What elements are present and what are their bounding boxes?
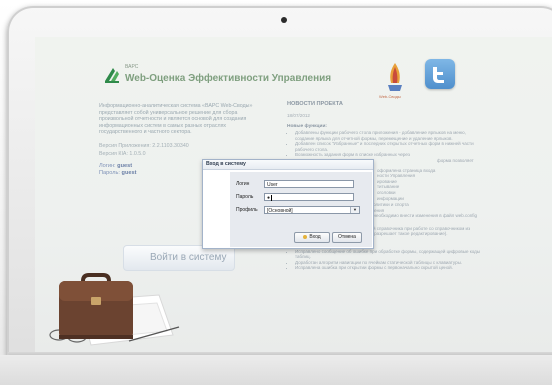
guest-login-label: Логин:: [99, 163, 116, 169]
news-new-item: Добавлены функции рабочего стола приложе…: [295, 130, 483, 141]
web-svody-logo-icon: [388, 63, 402, 91]
password-input[interactable]: ●: [264, 193, 354, 201]
system-description: Информационно-аналитическая система «ВАР…: [99, 103, 253, 136]
app-screen: ВАРС Web-Оценка Эффективности Управления…: [35, 37, 552, 352]
profile-label: Профиль: [236, 207, 258, 213]
laptop-base: [0, 355, 552, 385]
login-cancel-button[interactable]: Отмена: [332, 232, 362, 243]
kia-version: Версия КIA: 1.0.5.0: [99, 151, 146, 157]
news-new-list: Добавлены функции рабочего стола приложе…: [287, 130, 483, 158]
web-svody-caption: Web-Своды: [379, 94, 401, 99]
profile-select[interactable]: [Основной] ▼: [264, 206, 360, 214]
login-input-value: User: [267, 182, 278, 188]
password-input-value: ●: [267, 195, 271, 201]
login-ok-label: Вход: [309, 234, 321, 240]
brand-small-text: ВАРС: [125, 64, 139, 70]
news-fix-item: Исправлена ошибка при открытии формы с п…: [295, 265, 483, 271]
brand-title: Web-Оценка Эффективности Управления: [125, 73, 332, 84]
news-date: 18/07/2012: [287, 113, 310, 118]
news-title: НОВОСТИ ПРОЕКТА: [287, 101, 343, 107]
brand-mark-icon: [105, 68, 119, 83]
login-label: Логин: [236, 181, 250, 187]
guest-password-line: Пароль: guest: [99, 170, 136, 176]
news-new-functions-heading: Новые функции:: [287, 124, 327, 129]
app-version: Версия Приложения: 2.2.1103.30340: [99, 143, 189, 149]
key-icon: [303, 234, 308, 239]
news-fix-item: Исправлено сообщение об ошибке при обраб…: [295, 249, 483, 260]
login-dialog-body: Логин User Пароль ● Профиль [Основной] ▼…: [230, 172, 372, 247]
guest-login-value: guest: [117, 163, 133, 169]
news-fixes-list: Исправлено сообщение об ошибке при обраб…: [287, 249, 483, 271]
guest-password-value: guest: [121, 170, 137, 176]
login-dialog: Вход в систему Логин User Пароль ● Профи…: [202, 159, 374, 249]
briefcase-icon: [59, 273, 133, 339]
password-label: Пароль: [236, 194, 254, 200]
profile-select-value: [Основной]: [267, 208, 293, 214]
dropdown-arrow-icon[interactable]: ▼: [350, 207, 359, 213]
camera-icon: [281, 17, 287, 23]
guest-login-line: Логин: guest: [99, 163, 132, 169]
login-ok-button[interactable]: Вход: [294, 232, 330, 243]
login-dialog-title: Вход в систему: [203, 160, 373, 170]
guest-password-label: Пароль:: [99, 170, 120, 176]
text-caret: [271, 194, 273, 201]
login-input[interactable]: User: [264, 180, 354, 188]
twitter-icon: [433, 67, 444, 83]
news-new-item: Добавлен список "Избранные" и последних …: [295, 141, 483, 152]
twitter-button[interactable]: [425, 59, 455, 89]
laptop-device: ВАРС Web-Оценка Эффективности Управления…: [0, 0, 552, 385]
